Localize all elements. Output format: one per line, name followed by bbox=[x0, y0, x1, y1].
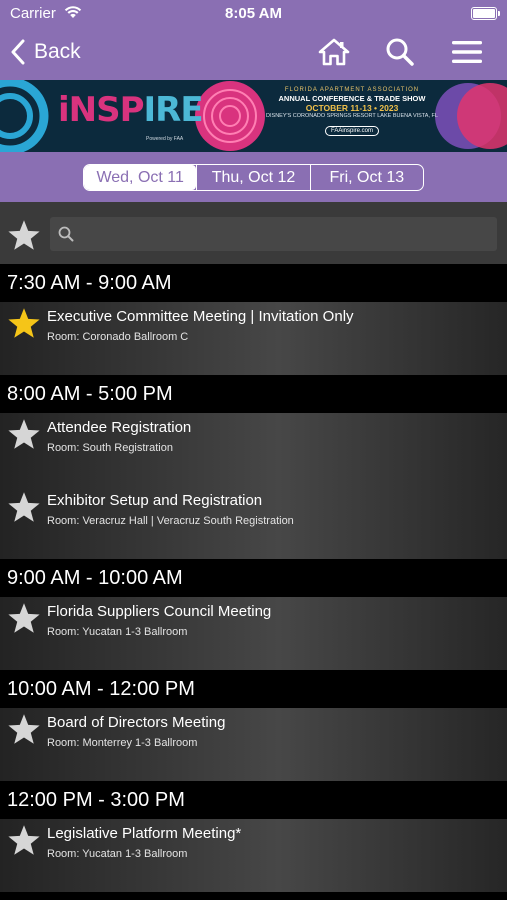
status-bar: Carrier 8:05 AM bbox=[0, 0, 507, 28]
event-title: Exhibitor Setup and Registration bbox=[47, 492, 263, 509]
banner-url: FAAinspire.com bbox=[324, 125, 379, 137]
status-time: 8:05 AM bbox=[225, 5, 282, 22]
time-header: 1:00 PM - 3:00 PM bbox=[0, 892, 507, 900]
time-header: 12:00 PM - 3:00 PM bbox=[0, 781, 507, 819]
day-segmented-control: Wed, Oct 11 Thu, Oct 12 Fri, Oct 13 bbox=[83, 164, 424, 191]
event-title: Attendee Registration bbox=[47, 419, 192, 436]
star-icon[interactable] bbox=[6, 823, 42, 859]
search-field-icon bbox=[58, 226, 74, 242]
banner-logo-part2: IRE bbox=[143, 90, 204, 130]
event-room: Room: South Registration bbox=[47, 442, 173, 454]
time-header: 9:00 AM - 10:00 AM bbox=[0, 559, 507, 597]
banner-association: FLORIDA APARTMENT ASSOCIATION bbox=[284, 87, 420, 93]
search-button[interactable] bbox=[383, 36, 417, 68]
event-room: Room: Yucatan 1-3 Ballroom bbox=[47, 848, 188, 860]
banner-dates: OCTOBER 11-13 • 2023 bbox=[305, 103, 399, 114]
banner-text: FLORIDA APARTMENT ASSOCIATION ANNUAL CON… bbox=[266, 87, 438, 137]
day-tab-fri[interactable]: Fri, Oct 13 bbox=[309, 165, 423, 190]
banner-powered-by: Powered by FAA bbox=[146, 136, 184, 142]
star-icon[interactable] bbox=[6, 490, 42, 526]
banner-logo-part1: iNSP bbox=[58, 90, 145, 130]
star-icon[interactable] bbox=[6, 712, 42, 748]
event-room: Room: Monterrey 1-3 Ballroom bbox=[47, 737, 198, 749]
star-filled-icon[interactable] bbox=[6, 306, 42, 342]
banner-conference: ANNUAL CONFERENCE & TRADE SHOW bbox=[278, 94, 426, 104]
chevron-left-icon bbox=[11, 39, 25, 65]
event-row[interactable]: Florida Suppliers Council Meeting Room: … bbox=[0, 597, 507, 670]
event-room: Room: Yucatan 1-3 Ballroom bbox=[47, 626, 188, 638]
event-title: Legislative Platform Meeting* bbox=[47, 825, 242, 842]
time-header: 10:00 AM - 12:00 PM bbox=[0, 670, 507, 708]
day-tab-wed[interactable]: Wed, Oct 11 bbox=[84, 165, 197, 190]
event-row[interactable]: Board of Directors Meeting Room: Monterr… bbox=[0, 708, 507, 781]
back-label: Back bbox=[34, 40, 81, 63]
back-button[interactable]: Back bbox=[10, 36, 81, 68]
search-field[interactable] bbox=[50, 217, 497, 251]
event-row[interactable]: Legislative Platform Meeting* Room: Yuca… bbox=[0, 819, 507, 892]
day-tab-thu[interactable]: Thu, Oct 12 bbox=[196, 165, 309, 190]
star-icon[interactable] bbox=[6, 601, 42, 637]
home-button[interactable] bbox=[317, 36, 351, 68]
event-title: Board of Directors Meeting bbox=[47, 714, 226, 731]
home-icon bbox=[318, 38, 350, 66]
star-icon[interactable] bbox=[6, 417, 42, 453]
day-selector-bar: Wed, Oct 11 Thu, Oct 12 Fri, Oct 13 bbox=[0, 152, 507, 202]
menu-button[interactable] bbox=[450, 36, 484, 68]
hamburger-menu-icon bbox=[452, 41, 482, 63]
time-header: 7:30 AM - 9:00 AM bbox=[0, 264, 507, 302]
filter-bar bbox=[0, 202, 507, 264]
time-header: 8:00 AM - 5:00 PM bbox=[0, 375, 507, 413]
search-input[interactable] bbox=[82, 217, 492, 251]
schedule-list[interactable]: 7:30 AM - 9:00 AM Executive Committee Me… bbox=[0, 264, 507, 900]
banner-venue: DISNEY'S CORONADO SPRINGS RESORT LAKE BU… bbox=[266, 113, 438, 120]
search-icon bbox=[386, 38, 414, 66]
event-title: Executive Committee Meeting | Invitation… bbox=[47, 308, 354, 325]
event-row[interactable]: Exhibitor Setup and Registration Room: V… bbox=[0, 486, 507, 559]
favorites-filter-star-icon[interactable] bbox=[6, 218, 42, 254]
event-row[interactable]: Attendee Registration Room: South Regist… bbox=[0, 413, 507, 486]
event-title: Florida Suppliers Council Meeting bbox=[47, 603, 272, 620]
top-bar: Carrier 8:05 AM Back bbox=[0, 0, 507, 80]
banner-logo: iNSPIRE bbox=[58, 90, 204, 130]
conference-banner[interactable]: iNSPIRE Powered by FAA FLORIDA APARTMENT… bbox=[0, 80, 507, 152]
battery-icon bbox=[471, 7, 500, 20]
event-room: Room: Coronado Ballroom C bbox=[47, 331, 189, 343]
event-room: Room: Veracruz Hall | Veracruz South Reg… bbox=[47, 515, 294, 527]
event-row[interactable]: Executive Committee Meeting | Invitation… bbox=[0, 302, 507, 375]
